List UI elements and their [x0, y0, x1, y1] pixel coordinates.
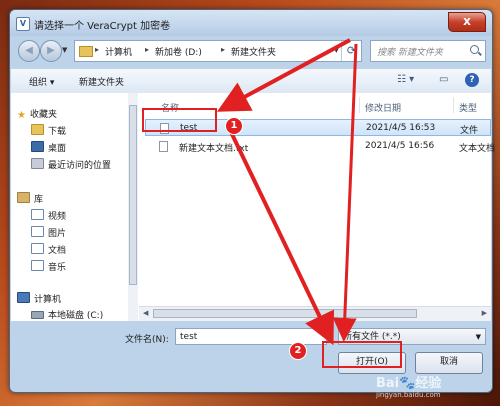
search-box[interactable]: 搜索 新建文件夹	[370, 40, 486, 62]
sidebar-item-videos[interactable]: 视频	[31, 209, 66, 222]
step-badge-1: 1	[225, 117, 243, 135]
navigation-bar: ◀ ▶ ▼ ▸ 计算机 ▸ 新加卷 (D:) ▸ 新建文件夹 ▼ ⟳ 搜索 新建…	[16, 38, 486, 64]
file-name: 新建文本文档.txt	[179, 144, 249, 154]
sidebar-item-desktop[interactable]: 桌面	[31, 141, 66, 154]
filename-input[interactable]: test	[175, 328, 327, 345]
sidebar-item-local-disk-c[interactable]: 本地磁盘 (C:)	[31, 308, 103, 321]
column-header-modified[interactable]: 修改日期	[365, 101, 401, 114]
new-folder-button[interactable]: 新建文件夹	[79, 75, 124, 88]
content-area: ★ 收藏夹 下载 桌面 最近访问的位置 库 视频 图片 文档 音乐 计算机 本地…	[11, 93, 495, 321]
window-title: 请选择一个 VeraCrypt 加密卷	[34, 21, 171, 32]
recent-pages-dropdown[interactable]: ▼	[62, 46, 67, 54]
drive-icon	[31, 311, 44, 319]
file-open-dialog: V 请选择一个 VeraCrypt 加密卷 x ◀ ▶ ▼ ▸ 计算机 ▸ 新加…	[9, 9, 495, 393]
sidebar-item-music[interactable]: 音乐	[31, 260, 66, 273]
music-icon	[31, 260, 44, 271]
breadcrumb-computer[interactable]: 计算机	[105, 45, 132, 58]
sidebar-item-downloads[interactable]: 下载	[31, 124, 66, 137]
sidebar-item-label: 下载	[48, 127, 67, 137]
file-list-scrollbar[interactable]: ◀ ▶	[139, 306, 491, 321]
sidebar-scrollbar[interactable]	[128, 93, 138, 321]
recent-places-icon	[31, 158, 44, 169]
column-header-type[interactable]: 类型	[459, 101, 477, 114]
sidebar-item-label: 图片	[48, 229, 67, 239]
sidebar-item-label: 文档	[48, 246, 67, 256]
scrollbar-thumb[interactable]	[153, 309, 417, 318]
file-modified: 2021/4/5 16:56	[365, 141, 435, 151]
forward-button[interactable]: ▶	[40, 40, 62, 62]
search-icon	[470, 45, 479, 54]
highlight-box-test-file	[142, 108, 217, 132]
file-type: 文件	[460, 126, 479, 136]
star-icon: ★	[17, 110, 26, 121]
breadcrumb-separator-icon: ▸	[145, 45, 150, 54]
sidebar-group-libraries[interactable]: 库	[17, 192, 43, 205]
command-bar: 组织 ▾ 新建文件夹 ☷ ▾ ▭ ?	[11, 68, 491, 94]
watermark: Bai🐾经验 jingyan.baidu.com	[376, 372, 441, 399]
downloads-folder-icon	[31, 124, 44, 135]
veracrypt-icon: V	[16, 17, 30, 31]
address-dropdown-icon[interactable]: ▼	[334, 46, 339, 54]
address-bar[interactable]: ▸ 计算机 ▸ 新加卷 (D:) ▸ 新建文件夹 ▼ ⟳	[74, 40, 362, 62]
sidebar-group-label: 计算机	[34, 295, 62, 305]
sidebar-item-label: 本地磁盘 (C:)	[48, 311, 104, 321]
pictures-icon	[31, 226, 44, 237]
videos-icon	[31, 209, 44, 220]
file-row-txt[interactable]: 新建文本文档.txt 2021/4/5 16:56 文本文档	[145, 138, 495, 155]
highlight-box-open-button	[322, 341, 402, 368]
text-file-icon	[159, 141, 168, 152]
title-bar[interactable]: V 请选择一个 VeraCrypt 加密卷 x	[10, 10, 492, 36]
library-icon	[17, 192, 30, 203]
breadcrumb-new-folder[interactable]: 新建文件夹	[231, 45, 276, 58]
cancel-button[interactable]: 取消	[415, 352, 483, 374]
scroll-right-icon[interactable]: ▶	[482, 309, 487, 317]
breadcrumb-separator-icon: ▸	[221, 45, 226, 54]
refresh-icon[interactable]: ⟳	[341, 41, 361, 61]
file-modified: 2021/4/5 16:53	[366, 123, 436, 133]
close-button[interactable]: x	[448, 12, 486, 32]
sidebar-item-recent-places[interactable]: 最近访问的位置	[31, 158, 111, 171]
step-badge-2: 2	[289, 342, 307, 360]
folder-icon	[79, 46, 93, 57]
sidebar-item-label: 桌面	[48, 144, 67, 154]
documents-icon	[31, 243, 44, 254]
back-button[interactable]: ◀	[18, 40, 40, 62]
search-input[interactable]: 搜索 新建文件夹	[377, 45, 443, 58]
chevron-down-icon: ▼	[475, 333, 481, 341]
view-options-icon[interactable]: ☷ ▾	[397, 74, 414, 85]
breadcrumb-drive-d[interactable]: 新加卷 (D:)	[155, 45, 202, 58]
computer-icon	[17, 292, 30, 303]
scrollbar-thumb[interactable]	[129, 105, 137, 285]
sidebar-group-computer[interactable]: 计算机	[17, 292, 61, 305]
watermark-url: jingyan.baidu.com	[376, 391, 441, 399]
organize-menu[interactable]: 组织 ▾	[29, 75, 54, 88]
preview-pane-icon[interactable]: ▭	[439, 74, 448, 85]
navigation-pane: ★ 收藏夹 下载 桌面 最近访问的位置 库 视频 图片 文档 音乐 计算机 本地…	[11, 93, 129, 321]
filename-label: 文件名(N):	[125, 335, 169, 345]
help-icon[interactable]: ?	[465, 73, 479, 87]
desktop-icon	[31, 141, 44, 152]
sidebar-group-label: 收藏夹	[29, 110, 57, 120]
sidebar-group-label: 库	[34, 195, 44, 205]
watermark-logo: Bai🐾经验	[376, 376, 442, 391]
scroll-left-icon[interactable]: ◀	[143, 309, 148, 317]
sidebar-item-label: 最近访问的位置	[48, 161, 112, 171]
sidebar-group-favorites[interactable]: ★ 收藏夹	[17, 107, 57, 121]
column-divider[interactable]	[359, 97, 360, 113]
sidebar-item-label: 视频	[48, 212, 67, 222]
column-divider[interactable]	[453, 97, 454, 113]
file-type: 文本文档	[459, 144, 496, 154]
breadcrumb-separator-icon: ▸	[95, 45, 100, 54]
sidebar-item-documents[interactable]: 文档	[31, 243, 66, 256]
sidebar-item-pictures[interactable]: 图片	[31, 226, 66, 239]
sidebar-item-label: 音乐	[48, 263, 67, 273]
